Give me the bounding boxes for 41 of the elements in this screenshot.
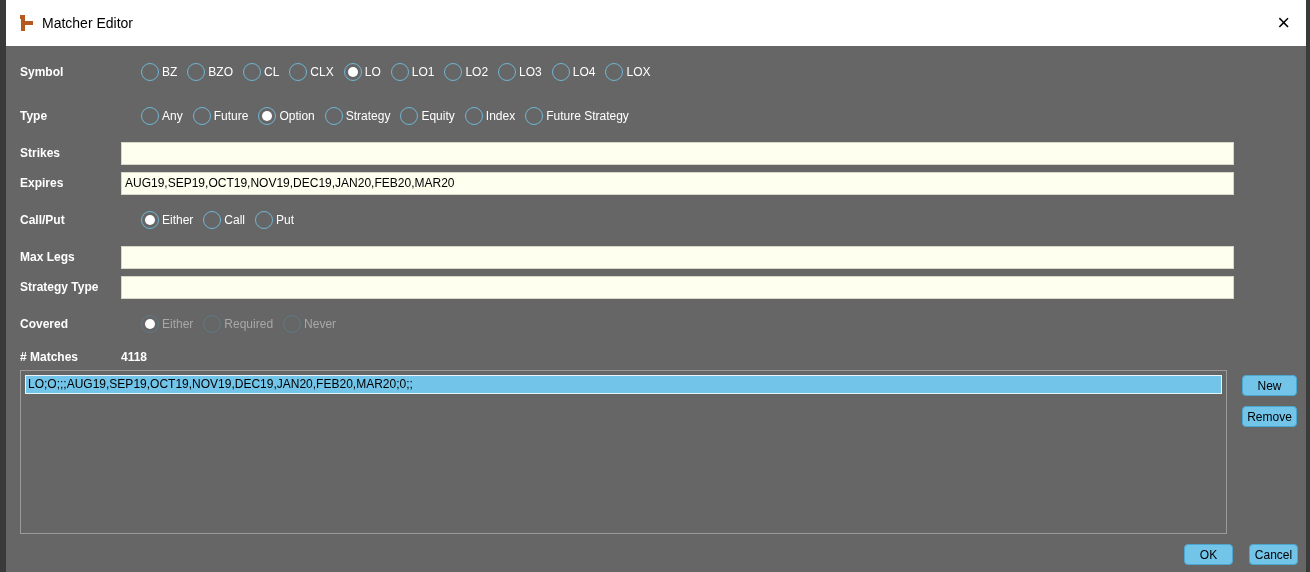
action-button[interactable]: New	[1242, 375, 1297, 396]
radio-button[interactable]: BZ	[141, 63, 178, 81]
radio-button[interactable]: LO1	[390, 63, 435, 81]
radio-button[interactable]: LO3	[498, 63, 542, 81]
field-label: Expires	[20, 175, 65, 192]
field-label: # Matches	[20, 349, 80, 366]
radio-button[interactable]: CLX	[289, 63, 334, 81]
radio-button[interactable]: Put	[255, 211, 295, 229]
field-label: Strikes	[20, 145, 62, 162]
action-button[interactable]: Cancel	[1249, 544, 1298, 565]
radio-button[interactable]: Future	[192, 107, 249, 125]
radio-button[interactable]: Call	[203, 211, 246, 229]
input-field[interactable]	[121, 275, 1234, 299]
list-item[interactable]: LO;O;;;AUG19,SEP19,OCT19,NOV19,DEC19,JAN20,FEB20,MAR20;0;;	[25, 375, 1222, 394]
close-button[interactable]: ×	[1277, 12, 1290, 34]
radio-button[interactable]: Index	[464, 107, 516, 125]
app-logo-icon	[18, 14, 34, 32]
radio-button[interactable]: Equity	[400, 107, 455, 125]
field-label: Strategy Type	[20, 279, 100, 296]
radio-button[interactable]: Any	[141, 107, 183, 125]
radio-button[interactable]: CL	[243, 63, 280, 81]
field-label: Covered	[20, 316, 70, 333]
match-count: 4118	[121, 349, 148, 366]
radio-button[interactable]: LO4	[551, 63, 596, 81]
input-field[interactable]: AUG19,SEP19,OCT19,NOV19,DEC19,JAN20,FEB20,MAR20	[121, 171, 1234, 195]
radio-button[interactable]: LO2	[444, 63, 489, 81]
window-title: Matcher Editor	[42, 13, 134, 33]
input-field[interactable]	[121, 141, 1234, 165]
action-button[interactable]: OK	[1184, 544, 1233, 565]
radio-button[interactable]: Option	[258, 107, 315, 125]
field-label: Type	[20, 108, 49, 125]
field-label: Max Legs	[20, 249, 76, 266]
field-label: Call/Put	[20, 212, 66, 229]
input-field[interactable]	[121, 245, 1234, 269]
radio-button[interactable]: Either	[141, 211, 194, 229]
radio-button[interactable]: LOX	[605, 63, 651, 81]
action-button[interactable]: Remove	[1242, 406, 1297, 427]
radio-button[interactable]: Future Strategy	[525, 107, 629, 125]
radio-button[interactable]: Strategy	[324, 107, 391, 125]
radio-button[interactable]: BZO	[187, 63, 233, 81]
field-label: Symbol	[20, 64, 65, 81]
